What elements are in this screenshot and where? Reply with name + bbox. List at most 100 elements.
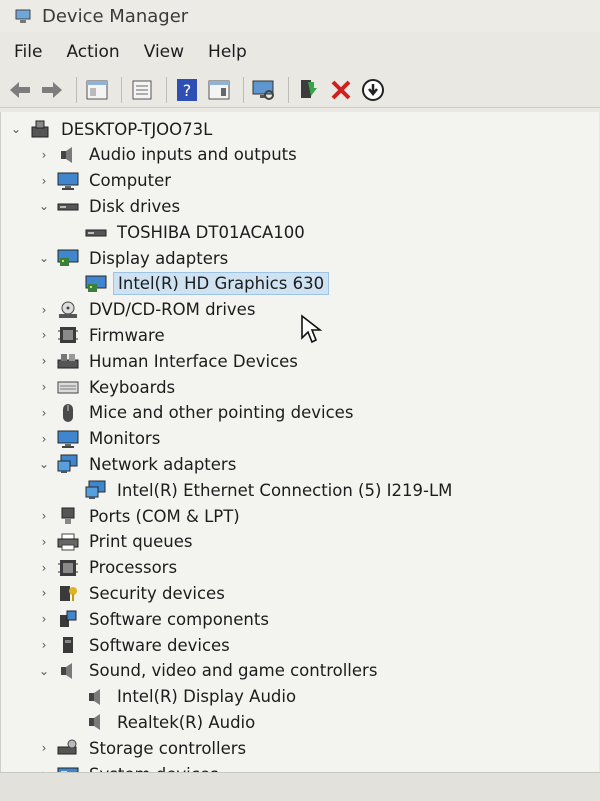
list-button[interactable]: [128, 76, 156, 104]
device-category[interactable]: › Ports (COM & LPT): [35, 504, 244, 528]
device-category[interactable]: › Processors: [35, 556, 181, 580]
collapsed-chevron-right-icon[interactable]: ›: [35, 739, 53, 757]
speaker-icon: [57, 661, 79, 681]
expand-chevron-down-icon[interactable]: ⌄: [35, 662, 53, 680]
update-driver-icon: [301, 79, 317, 98]
device-label: Network adapters: [89, 454, 237, 474]
device-category[interactable]: › Mice and other pointing devices: [35, 401, 357, 425]
scan-hardware-button[interactable]: [250, 76, 278, 104]
expand-chevron-down-icon[interactable]: ⌄: [35, 249, 53, 267]
uninstall-icon: [331, 80, 351, 99]
port-icon: [57, 506, 79, 526]
device-category[interactable]: › Software components: [35, 607, 273, 631]
dvd-icon: [57, 300, 79, 320]
expand-chevron-down-icon[interactable]: ⌄: [35, 197, 53, 215]
view-button[interactable]: [205, 76, 233, 104]
collapsed-chevron-right-icon[interactable]: ›: [35, 584, 53, 602]
forward-arrow-icon: [42, 81, 62, 98]
device-category[interactable]: ⌄ Display adapters: [35, 246, 232, 270]
collapsed-chevron-right-icon[interactable]: ›: [35, 559, 53, 577]
collapsed-chevron-right-icon[interactable]: ›: [35, 610, 53, 628]
network-adapter-icon: [57, 454, 79, 474]
collapsed-chevron-right-icon[interactable]: ›: [35, 326, 53, 344]
collapsed-chevron-right-icon[interactable]: ›: [35, 765, 53, 772]
system-device-icon: [57, 764, 79, 772]
device-category[interactable]: › Audio inputs and outputs: [35, 143, 301, 167]
update-driver-button[interactable]: [295, 76, 323, 104]
network-adapter-icon: [85, 480, 107, 500]
uninstall-button[interactable]: [327, 76, 355, 104]
device-label: Monitors: [89, 429, 161, 449]
tree-root-label: DESKTOP-TJOO73L: [61, 119, 213, 139]
device-label: System devices: [85, 764, 223, 773]
device-label: Processors: [89, 558, 178, 578]
menu-action[interactable]: Action: [54, 42, 131, 62]
device-category[interactable]: › Software devices: [35, 633, 234, 657]
tree-root[interactable]: ⌄ DESKTOP-TJOO73L: [7, 117, 216, 141]
device-category[interactable]: › Storage controllers: [35, 736, 250, 760]
menu-help[interactable]: Help: [196, 42, 259, 62]
collapsed-chevron-right-icon[interactable]: ›: [35, 636, 53, 654]
device-label: Software components: [89, 609, 269, 629]
device-label: Keyboards: [89, 377, 176, 397]
device-category[interactable]: ⌄ Disk drives: [35, 194, 184, 218]
processor-icon: [57, 558, 79, 578]
collapsed-chevron-right-icon[interactable]: ›: [35, 507, 53, 525]
device-category[interactable]: › DVD/CD-ROM drives: [35, 298, 259, 322]
device-item[interactable]: Intel(R) HD Graphics 630: [63, 272, 330, 296]
collapsed-chevron-right-icon[interactable]: ›: [35, 146, 53, 164]
speaker-icon: [85, 712, 107, 732]
help-button[interactable]: ?: [173, 76, 201, 104]
device-label: Computer: [89, 171, 172, 191]
desktop-computer-icon: [29, 119, 51, 139]
mouse-icon: [57, 403, 79, 423]
scan-hardware-icon: [252, 80, 274, 100]
device-category[interactable]: › Print queues: [35, 530, 197, 554]
device-item[interactable]: Intel(R) Ethernet Connection (5) I219-LM: [63, 478, 456, 502]
device-category[interactable]: › System devices: [35, 762, 223, 772]
expand-chevron-down-icon[interactable]: ⌄: [35, 455, 53, 473]
software-device-icon: [57, 635, 79, 655]
device-label: Realtek(R) Audio: [117, 712, 256, 732]
status-bar: [0, 772, 600, 801]
device-category[interactable]: ⌄ Sound, video and game controllers: [35, 659, 381, 683]
menu-file[interactable]: File: [0, 42, 54, 62]
printer-icon: [57, 532, 79, 552]
back-button[interactable]: [6, 76, 34, 104]
device-tree-panel[interactable]: ⌄ DESKTOP-TJOO73L › Audio inputs and output…: [0, 112, 599, 772]
device-category[interactable]: › Firmware: [35, 323, 169, 347]
view-icon: [208, 80, 230, 99]
device-category[interactable]: › Monitors: [35, 427, 164, 451]
collapsed-chevron-right-icon[interactable]: ›: [35, 301, 53, 319]
device-category[interactable]: › Human Interface Devices: [35, 349, 302, 373]
software-component-icon: [57, 609, 79, 629]
device-label: Security devices: [89, 583, 225, 603]
collapsed-chevron-right-icon[interactable]: ›: [35, 172, 53, 190]
menu-view[interactable]: View: [132, 42, 196, 62]
download-button[interactable]: [359, 76, 387, 104]
device-item[interactable]: TOSHIBA DT01ACA100: [63, 220, 309, 244]
toolbar: ?: [0, 72, 600, 108]
collapsed-chevron-right-icon[interactable]: ›: [35, 378, 53, 396]
device-label: Ports (COM & LPT): [89, 506, 240, 526]
collapsed-chevron-right-icon[interactable]: ›: [35, 533, 53, 551]
forward-button[interactable]: [38, 76, 66, 104]
collapsed-chevron-right-icon[interactable]: ›: [35, 430, 53, 448]
device-label: TOSHIBA DT01ACA100: [117, 222, 305, 242]
device-item[interactable]: Realtek(R) Audio: [63, 710, 259, 734]
menu-bar: File Action View Help: [0, 38, 600, 66]
device-category[interactable]: › Keyboards: [35, 375, 179, 399]
device-category[interactable]: ⌄ Network adapters: [35, 452, 240, 476]
collapsed-chevron-right-icon[interactable]: ›: [35, 404, 53, 422]
device-category[interactable]: › Computer: [35, 169, 175, 193]
svg-text:?: ?: [183, 81, 192, 100]
collapse-chevron-icon[interactable]: ⌄: [7, 120, 25, 138]
device-category[interactable]: › Security devices: [35, 581, 229, 605]
device-item[interactable]: Intel(R) Display Audio: [63, 685, 300, 709]
properties-button[interactable]: [83, 76, 111, 104]
speaker-icon: [85, 687, 107, 707]
collapsed-chevron-right-icon[interactable]: ›: [35, 352, 53, 370]
